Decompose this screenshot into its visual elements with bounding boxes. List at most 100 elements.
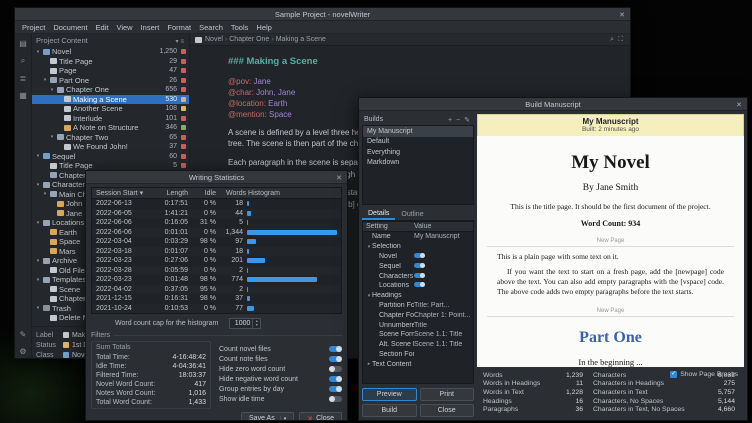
tree-item[interactable]: ▾Part One26 (32, 76, 189, 86)
setting-row[interactable]: ▸Text Content (363, 359, 473, 369)
tree-item[interactable]: Making a Scene530 (32, 95, 189, 105)
close-icon[interactable]: ✕ (619, 8, 625, 21)
column-header[interactable]: Length (148, 190, 188, 197)
session-row[interactable]: 2021-12-150:16:3198 %37 (92, 294, 341, 304)
sessions-table[interactable]: Session Start ▾LengthIdleWords Histogram… (91, 187, 342, 314)
show-page-breaks[interactable]: ✓ Show Page Breaks (670, 371, 738, 378)
menu-item-document[interactable]: Document (49, 23, 91, 32)
menu-item-project[interactable]: Project (18, 23, 49, 32)
preview-button[interactable]: Preview (362, 388, 417, 401)
expander-icon[interactable]: ▾ (49, 87, 55, 93)
session-row[interactable]: 2022-03-040:03:2998 %97 (92, 237, 341, 247)
toggle-switch[interactable] (329, 346, 342, 352)
settings-icon[interactable]: ⚙ (19, 347, 26, 356)
tag-value[interactable]: Space (269, 110, 292, 119)
breadcrumb-item[interactable]: Novel (205, 36, 223, 43)
session-row[interactable]: 2022-03-180:01:070 %18 (92, 247, 341, 257)
setting-row[interactable]: ▾Headings (363, 291, 473, 301)
menu-item-view[interactable]: View (112, 23, 136, 32)
toggle-switch[interactable] (329, 356, 342, 362)
build-list-item[interactable]: My Manuscript (363, 126, 473, 137)
build-settings-table[interactable]: SettingValue NameMy Manuscript▾Selection… (362, 221, 474, 384)
tag-value[interactable]: Earth (268, 99, 287, 108)
setting-row[interactable]: Sequel (363, 261, 473, 271)
tree-item[interactable]: Another Scene108 (32, 104, 189, 114)
expander-icon[interactable]: ▾ (35, 182, 41, 188)
tab-details[interactable]: Details (362, 209, 395, 220)
setting-row[interactable]: Section Format (363, 350, 473, 360)
tree-item[interactable]: ▾Sequel60 (32, 152, 189, 162)
toggle-switch[interactable] (329, 386, 342, 392)
setting-row[interactable]: Unnumbered Fo...Title (363, 320, 473, 330)
tree-item[interactable]: ▾Chapter One656 (32, 85, 189, 95)
session-row[interactable]: 2022-06-060:16:0531 %5 (92, 218, 341, 228)
column-header[interactable]: Idle (188, 190, 216, 197)
manuscript-icon[interactable]: ▦ (19, 91, 27, 100)
build-list-item[interactable]: Default (363, 137, 473, 148)
build-list-item[interactable]: Everything (363, 147, 473, 158)
focus-mode-icon[interactable]: ⛶ (616, 36, 625, 43)
tab-outline[interactable]: Outline (395, 209, 429, 220)
expander-icon[interactable]: ▾ (49, 134, 55, 140)
search-icon[interactable]: ⌕ (21, 56, 25, 66)
session-row[interactable]: 2022-03-230:01:4898 %774 (92, 275, 341, 285)
tree-item[interactable]: Page47 (32, 66, 189, 76)
stats-titlebar[interactable]: Writing Statistics ✕ (86, 171, 347, 184)
main-titlebar[interactable]: Sample Project - novelWriter ✕ (15, 8, 630, 21)
build-button[interactable]: Build (362, 404, 417, 417)
outline-icon[interactable]: ≣ (20, 74, 27, 83)
tree-item[interactable]: A Note on Structure346 (32, 123, 189, 133)
session-row[interactable]: 2021-10-240:10:530 %77 (92, 304, 341, 314)
column-header[interactable]: Words Histogram (216, 190, 341, 197)
selection-switch[interactable] (414, 273, 425, 278)
save-as-button[interactable]: Save As ▾ (241, 412, 294, 421)
session-row[interactable]: 2022-03-280:05:590 %2 (92, 266, 341, 276)
tree-item[interactable]: Interlude101 (32, 114, 189, 124)
breadcrumb-item[interactable]: Making a Scene (276, 36, 326, 43)
menu-item-help[interactable]: Help (252, 23, 275, 32)
menu-item-format[interactable]: Format (163, 23, 195, 32)
setting-row[interactable]: NameMy Manuscript (363, 232, 473, 242)
selection-switch[interactable] (414, 263, 425, 268)
session-row[interactable]: 2022-06-051:41:210 %44 (92, 209, 341, 219)
edit-build-icon[interactable]: ✎ (462, 117, 472, 124)
session-row[interactable]: 2022-06-130:17:510 %18 (92, 199, 341, 209)
remove-build-icon[interactable]: − (454, 117, 462, 124)
close-button[interactable]: Close (420, 404, 475, 417)
setting-row[interactable]: Partition FormatTitle: Part... (363, 301, 473, 311)
close-button[interactable]: ✕ Close (299, 412, 342, 421)
setting-row[interactable]: Scene FormatScene 1.1: Title (363, 330, 473, 340)
toggle-switch[interactable] (329, 376, 342, 382)
menu-item-edit[interactable]: Edit (92, 23, 113, 32)
breadcrumb-item[interactable]: Chapter One (229, 36, 269, 43)
setting-row[interactable]: Locations (363, 281, 473, 291)
menu-item-insert[interactable]: Insert (137, 23, 164, 32)
menu-item-search[interactable]: Search (195, 23, 227, 32)
tree-menu-icon[interactable]: ≡ (179, 39, 185, 45)
expander-icon[interactable]: ▾ (35, 258, 41, 264)
expander-icon[interactable]: ▾ (42, 77, 48, 83)
setting-row[interactable]: Chapter FormatChapter 1: Point... (363, 310, 473, 320)
tree-item[interactable]: ▾Chapter Two65 (32, 133, 189, 143)
selection-switch[interactable] (414, 282, 425, 287)
search-icon[interactable]: ⌕ (608, 36, 616, 43)
close-icon[interactable]: ✕ (336, 171, 342, 184)
tree-item[interactable]: Title Page29 (32, 57, 189, 67)
tree-item[interactable]: We Found John!37 (32, 142, 189, 152)
expander-icon[interactable]: ▾ (35, 153, 41, 159)
expander-icon[interactable]: ▾ (35, 49, 41, 55)
spinner-down-icon[interactable]: ▾ (256, 323, 258, 328)
builds-list[interactable]: My ManuscriptDefaultEverythingMarkdown (362, 125, 474, 205)
session-row[interactable]: 2022-04-020:37:0595 %2 (92, 285, 341, 295)
build-list-item[interactable]: Markdown (363, 158, 473, 169)
column-header[interactable]: Session Start ▾ (92, 189, 148, 197)
histogram-cap-input[interactable]: 1000 ▴ ▾ (229, 318, 261, 329)
spinner-arrows[interactable]: ▴ ▾ (252, 319, 260, 328)
checkbox-icon[interactable]: ✓ (670, 371, 677, 378)
toggle-switch[interactable] (329, 396, 342, 402)
close-icon[interactable]: ✕ (736, 98, 742, 111)
project-tree-icon[interactable]: ▤ (19, 39, 27, 48)
expander-icon[interactable]: ▾ (35, 305, 41, 311)
menu-item-tools[interactable]: Tools (227, 23, 253, 32)
expander-icon[interactable]: ▾ (35, 277, 41, 283)
